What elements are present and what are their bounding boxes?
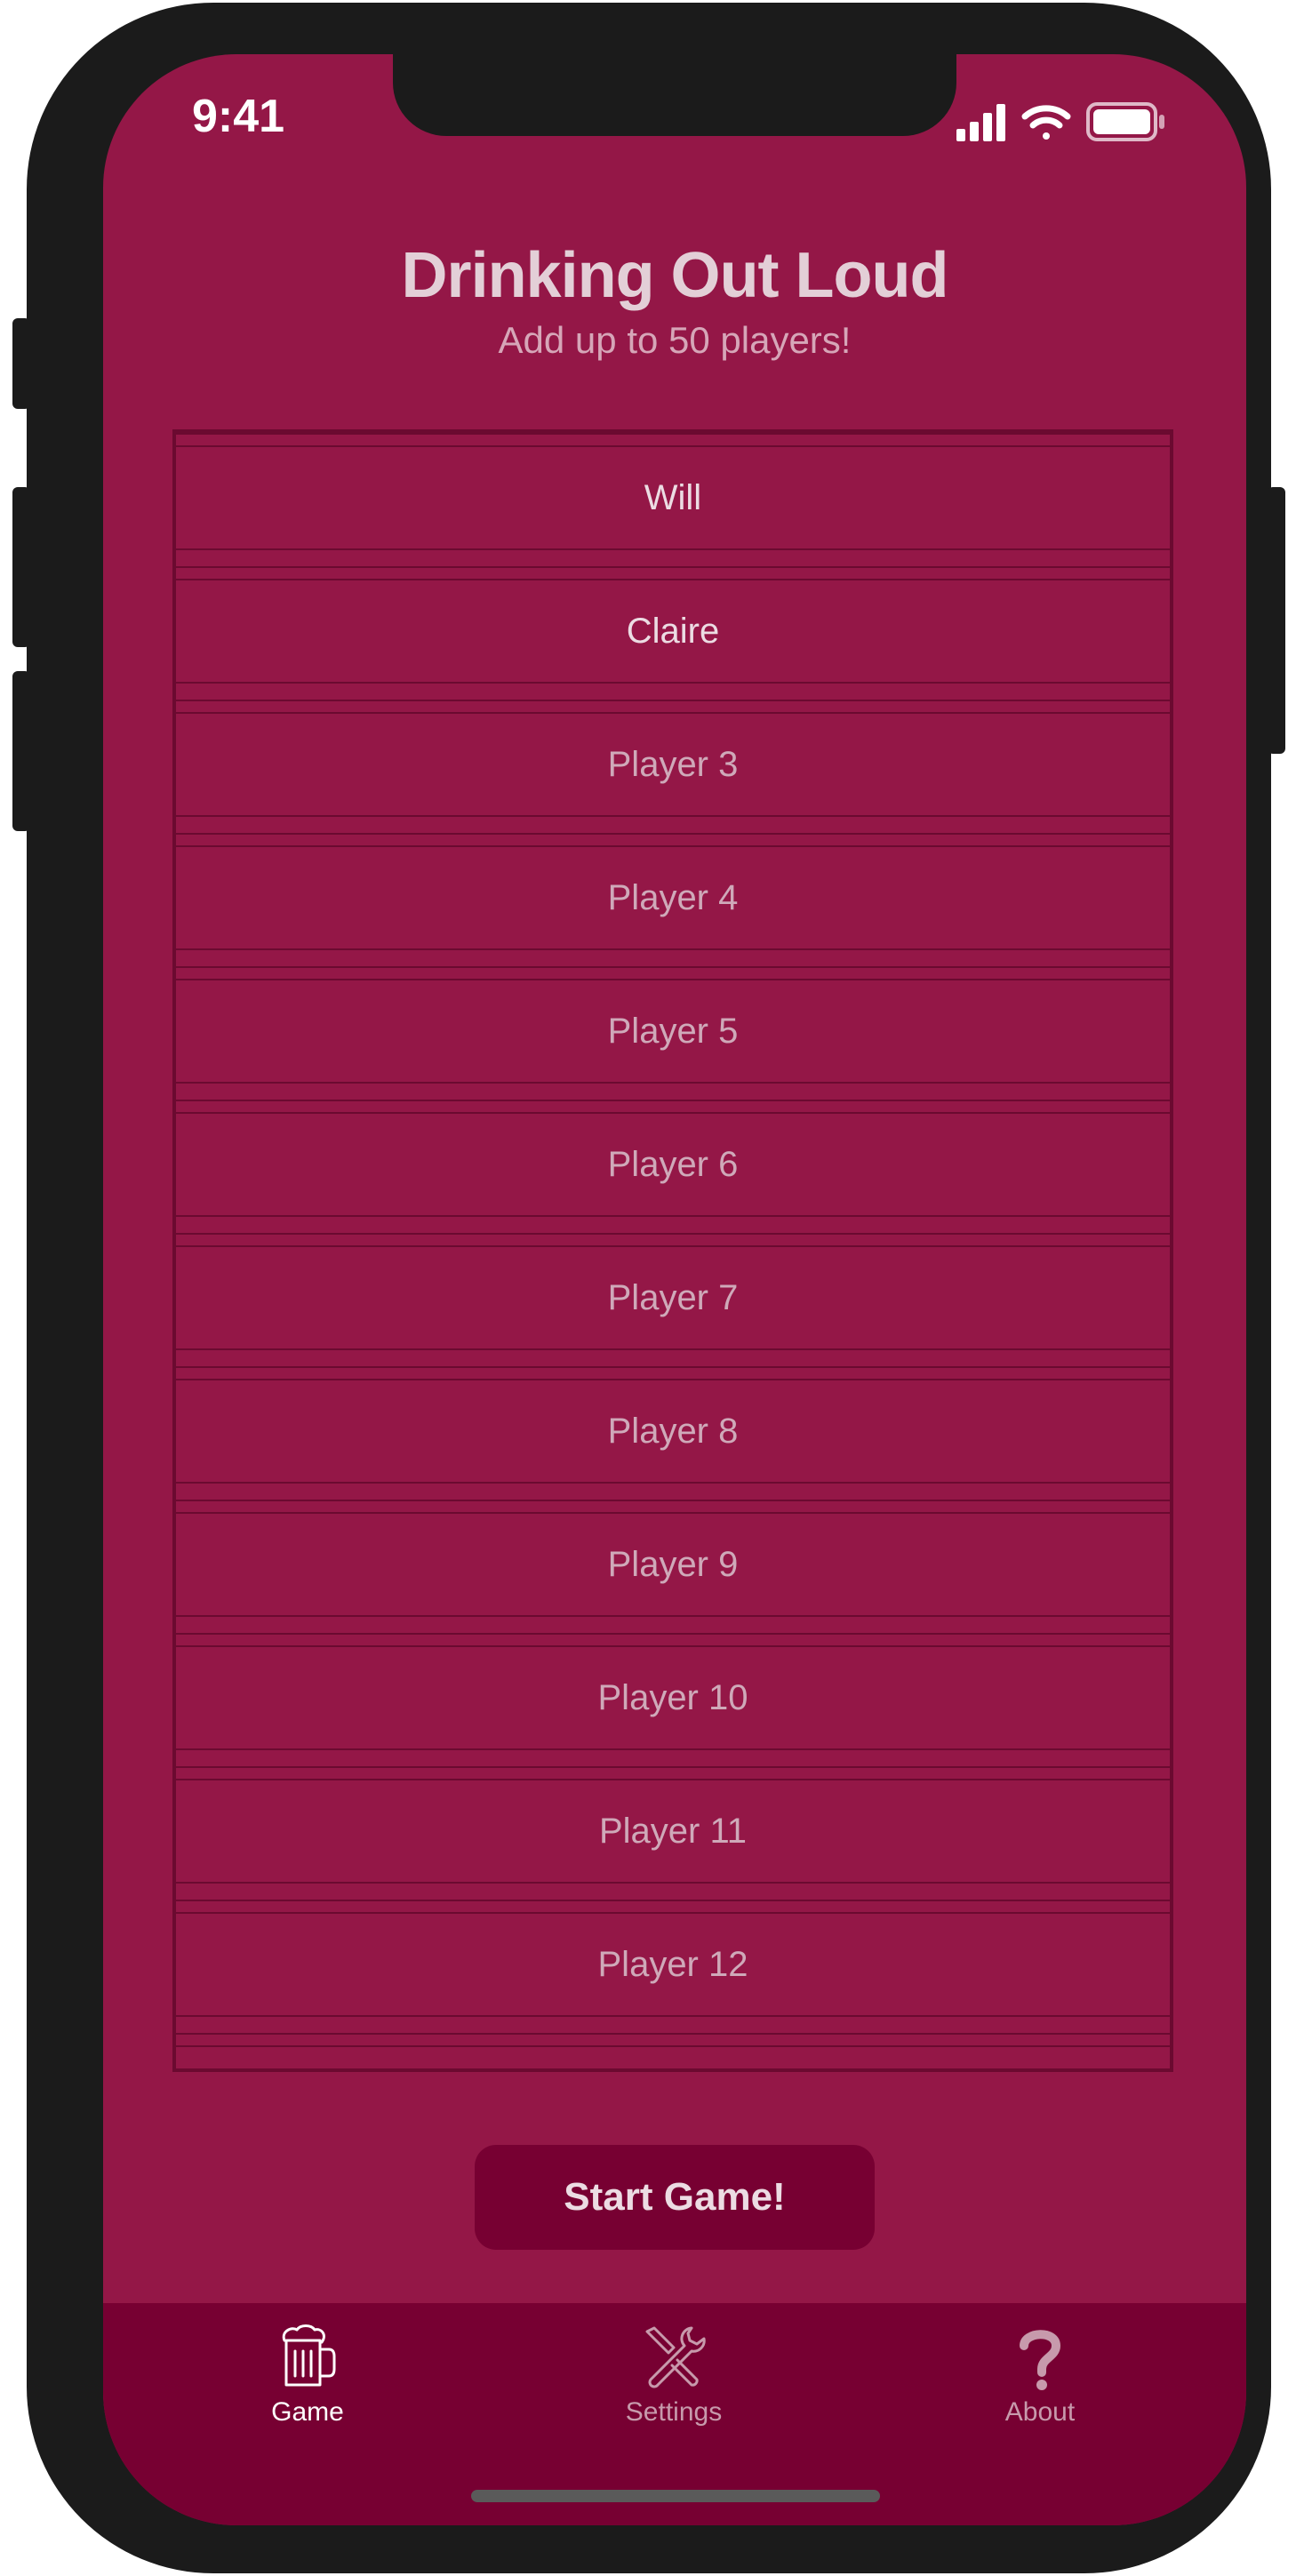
status-time: 9:41	[192, 91, 285, 142]
wifi-icon	[1021, 105, 1071, 140]
home-indicator	[471, 2490, 880, 2502]
page-title: Drinking Out Loud	[401, 240, 949, 311]
player-row: Player 9	[176, 1500, 1170, 1633]
player-list[interactable]: Will Claire Player 3 Player 4 Player 5 Player…	[172, 429, 1173, 2072]
player-name-field[interactable]: Player 6	[176, 1112, 1170, 1217]
cellular-signal-icon	[956, 104, 1005, 141]
power-button	[1268, 487, 1285, 754]
row-separator	[176, 2045, 1170, 2061]
beer-mug-icon	[282, 2324, 336, 2387]
tab-about[interactable]: About	[924, 2321, 1156, 2454]
player-row: Player 4	[176, 833, 1170, 966]
mute-switch	[12, 318, 30, 409]
tab-about-label: About	[1004, 2397, 1076, 2427]
player-name-field[interactable]: Will	[176, 445, 1170, 550]
player-row: Claire	[176, 566, 1170, 700]
start-game-button[interactable]: Start Game!	[475, 2145, 875, 2250]
question-mark-icon	[1020, 2330, 1061, 2390]
player-row: Player 11	[176, 1766, 1170, 1900]
player-name-field[interactable]: Player 3	[176, 712, 1170, 817]
list-footer-separator	[176, 2033, 1170, 2068]
player-row: Player 5	[176, 966, 1170, 1100]
player-row: Player 10	[176, 1633, 1170, 1766]
volume-up-button	[12, 487, 30, 647]
player-name-field[interactable]: Player 4	[176, 845, 1170, 950]
status-icons	[956, 102, 1164, 141]
tab-game[interactable]: Game	[192, 2321, 423, 2454]
player-name-field[interactable]: Claire	[176, 579, 1170, 684]
tools-icon	[645, 2326, 706, 2388]
app-screen: 9:41 Drinking Out Loud Add up to 50 play…	[103, 54, 1246, 2525]
player-row: Player 8	[176, 1366, 1170, 1500]
volume-down-button	[12, 671, 30, 831]
tab-settings[interactable]: Settings	[558, 2321, 789, 2454]
page-subtitle: Add up to 50 players!	[498, 319, 852, 361]
player-name-field[interactable]: Player 7	[176, 1245, 1170, 1350]
player-name-field[interactable]: Player 9	[176, 1512, 1170, 1617]
notch	[393, 54, 956, 136]
player-name-field[interactable]: Player 8	[176, 1379, 1170, 1484]
player-row: Player 3	[176, 700, 1170, 833]
player-row: Player 6	[176, 1100, 1170, 1233]
tab-game-label: Game	[271, 2397, 344, 2427]
player-name-field[interactable]: Player 12	[176, 1912, 1170, 2017]
player-name-field[interactable]: Player 11	[176, 1779, 1170, 1884]
player-name-field[interactable]: Player 10	[176, 1645, 1170, 1750]
tab-settings-label: Settings	[625, 2397, 723, 2427]
player-row: Player 7	[176, 1233, 1170, 1366]
device-frame: 9:41 Drinking Out Loud Add up to 50 play…	[12, 3, 1285, 2573]
player-row: Will	[176, 433, 1170, 566]
player-name-field[interactable]: Player 5	[176, 979, 1170, 1084]
player-row: Player 12	[176, 1900, 1170, 2033]
battery-icon	[1086, 102, 1164, 141]
